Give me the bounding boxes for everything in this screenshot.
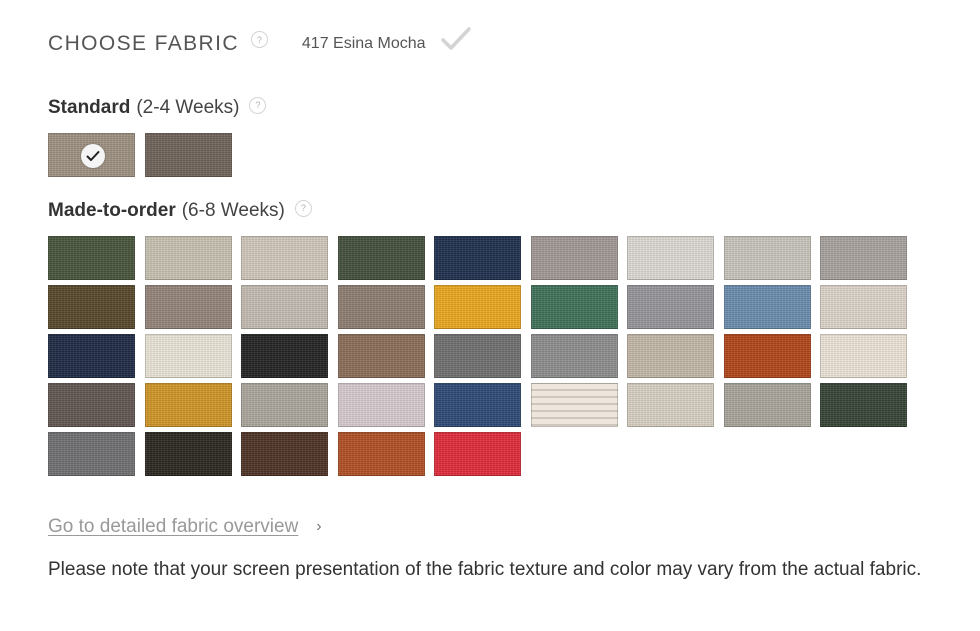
page-title: CHOOSE FABRIC [48, 31, 239, 55]
fabric-swatch[interactable] [48, 334, 135, 378]
fabric-swatch[interactable] [144, 432, 232, 476]
color-disclaimer: Please note that your screen presentatio… [48, 559, 922, 580]
checkmark-icon [440, 26, 472, 57]
fabric-swatch[interactable] [530, 236, 618, 280]
fabric-swatch[interactable] [530, 285, 618, 329]
fabric-swatch[interactable] [144, 383, 232, 427]
fabric-swatch[interactable] [530, 383, 618, 427]
fabric-swatch[interactable] [144, 285, 232, 329]
fabric-swatch[interactable] [434, 334, 521, 378]
help-icon[interactable]: ? [249, 96, 267, 114]
fabric-swatch[interactable] [144, 236, 232, 280]
fabric-swatch[interactable] [144, 334, 232, 378]
fabric-swatch[interactable] [337, 334, 425, 378]
fabric-swatch[interactable] [723, 285, 811, 329]
fabric-swatch[interactable] [241, 383, 328, 427]
fabric-swatch[interactable] [820, 285, 907, 329]
selected-check-icon [81, 144, 105, 168]
fabric-swatch[interactable] [241, 432, 328, 476]
fabric-swatch[interactable] [820, 236, 907, 280]
fabric-overview-link[interactable]: Go to detailed fabric overview [48, 516, 298, 538]
fabric-swatch[interactable] [723, 383, 811, 427]
fabric-swatch[interactable] [241, 334, 328, 378]
fabric-swatch[interactable] [241, 236, 328, 280]
fabric-swatch[interactable] [337, 236, 425, 280]
fabric-swatch[interactable] [723, 334, 811, 378]
fabric-swatch[interactable] [48, 285, 135, 329]
fabric-swatch[interactable] [627, 383, 714, 427]
standard-swatch-grid [48, 133, 907, 177]
fabric-swatch[interactable] [723, 236, 811, 280]
fabric-swatch[interactable] [820, 334, 907, 378]
standard-section-title: Standard (2-4 Weeks) ? [48, 96, 267, 119]
fabric-swatch[interactable] [337, 432, 425, 476]
made-to-order-section-title: Made-to-order (6-8 Weeks) ? [48, 199, 312, 222]
fabric-header: CHOOSE FABRIC ? 417 Esina Mocha [48, 27, 472, 57]
fabric-swatch[interactable] [48, 236, 135, 280]
fabric-swatch[interactable] [434, 285, 521, 329]
chevron-right-icon[interactable]: › [316, 518, 321, 536]
fabric-swatch[interactable] [627, 285, 714, 329]
fabric-swatch[interactable] [434, 383, 521, 427]
fabric-swatch[interactable] [337, 285, 425, 329]
fabric-swatch[interactable] [627, 334, 714, 378]
fabric-swatch[interactable] [144, 133, 232, 177]
fabric-swatch[interactable] [434, 432, 521, 476]
fabric-swatch[interactable] [627, 236, 714, 280]
fabric-swatch[interactable] [48, 133, 135, 177]
overview-link-row: Go to detailed fabric overview › [48, 516, 322, 538]
help-icon[interactable]: ? [250, 31, 268, 48]
standard-title: Standard [48, 97, 131, 118]
made-to-order-lead-time: (6-8 Weeks) [181, 200, 285, 221]
fabric-swatch[interactable] [241, 285, 328, 329]
fabric-swatch[interactable] [48, 432, 135, 476]
fabric-swatch[interactable] [820, 383, 907, 427]
selected-fabric-name: 417 Esina Mocha [301, 34, 426, 52]
fabric-swatch[interactable] [337, 383, 425, 427]
made-to-order-title: Made-to-order [48, 200, 176, 221]
fabric-swatch[interactable] [434, 236, 521, 280]
fabric-swatch[interactable] [530, 334, 618, 378]
help-icon[interactable]: ? [294, 199, 312, 217]
made-to-order-swatch-grid [48, 236, 907, 476]
standard-lead-time: (2-4 Weeks) [136, 97, 240, 118]
fabric-swatch[interactable] [48, 383, 135, 427]
